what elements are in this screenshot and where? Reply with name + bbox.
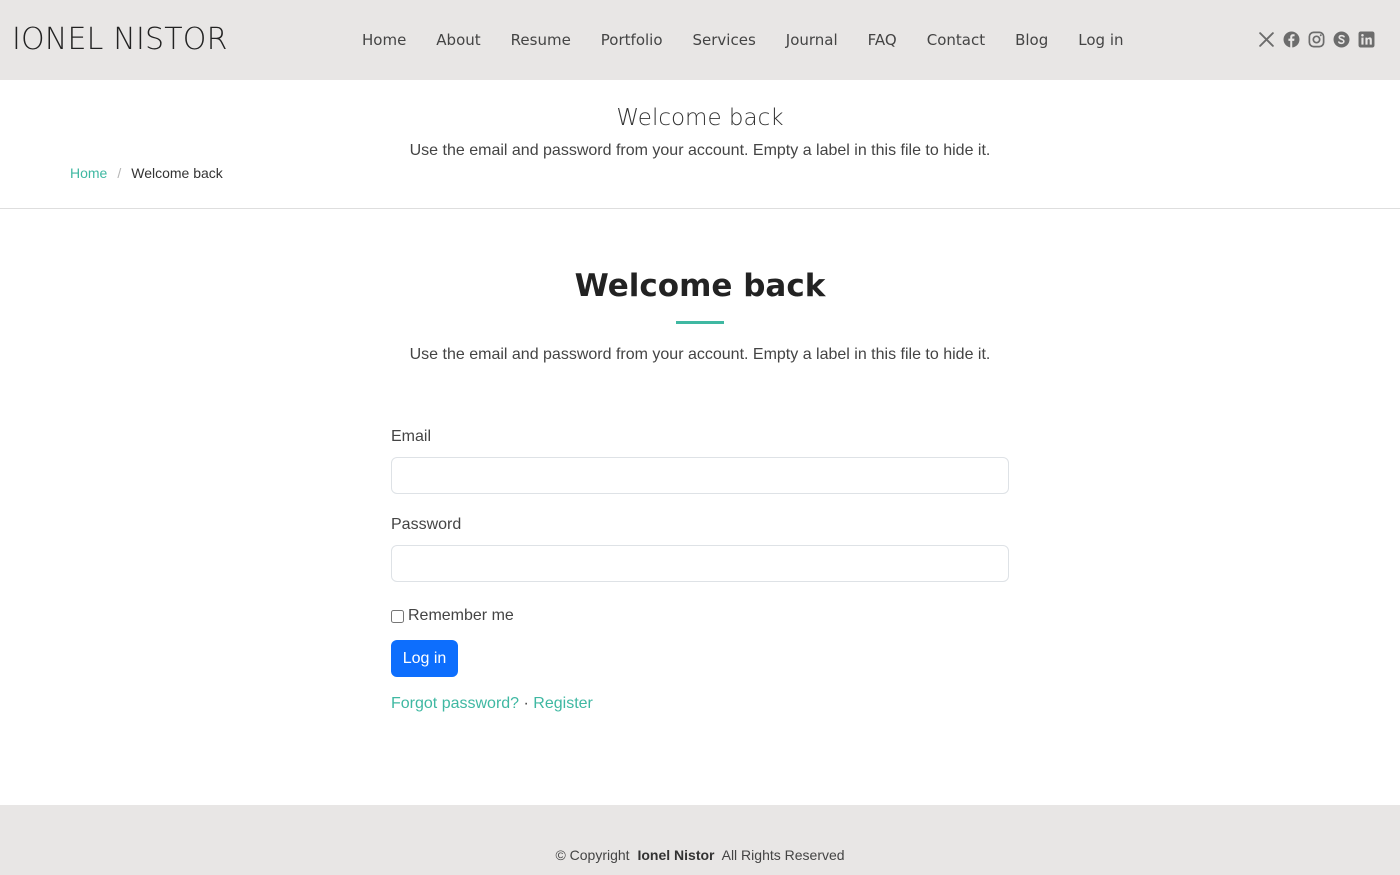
facebook-icon[interactable] (1282, 30, 1300, 48)
nav-home[interactable]: Home (347, 27, 421, 53)
breadcrumb-home-link[interactable]: Home (70, 164, 107, 182)
remember-me-checkbox[interactable] (391, 609, 404, 623)
linkedin-icon[interactable] (1357, 30, 1375, 48)
x-icon[interactable] (1257, 30, 1275, 48)
breadcrumb: Home / Welcome back (70, 164, 223, 182)
copyright-rights: All Rights Reserved (721, 847, 845, 863)
page-title-bar: Welcome back Use the email and password … (0, 80, 1400, 209)
section-title: Welcome back (574, 268, 826, 304)
section-title-divider (676, 321, 724, 324)
nav-login[interactable]: Log in (1063, 27, 1138, 53)
site-header: IONEL NISTOR Home About Resume Portfolio… (0, 0, 1400, 80)
section-subtitle: Use the email and password from your acc… (409, 346, 991, 363)
remember-me-label[interactable]: Remember me (408, 607, 514, 625)
register-link[interactable]: Register (533, 695, 593, 712)
auth-links: Forgot password? · Register (391, 694, 1009, 714)
social-links (1250, 30, 1375, 48)
login-form: Email Password Remember me Log in Forgot… (391, 425, 1009, 714)
nav-about[interactable]: About (421, 27, 495, 53)
links-separator: · (523, 695, 529, 712)
page-title: Welcome back (616, 105, 784, 131)
skype-icon[interactable] (1332, 30, 1350, 48)
password-field[interactable] (391, 545, 1009, 582)
nav-journal[interactable]: Journal (771, 27, 853, 53)
instagram-icon[interactable] (1307, 30, 1325, 48)
page-subtitle: Use the email and password from your acc… (409, 142, 991, 159)
nav-contact[interactable]: Contact (912, 27, 1000, 53)
nav-blog[interactable]: Blog (1000, 27, 1063, 53)
nav-faq[interactable]: FAQ (853, 27, 912, 53)
email-field[interactable] (391, 457, 1009, 494)
breadcrumb-separator: / (117, 165, 122, 181)
breadcrumb-current: Welcome back (131, 165, 223, 181)
site-logo[interactable]: IONEL NISTOR (12, 20, 228, 60)
site-footer: © Copyright Ionel Nistor All Rights Rese… (0, 805, 1400, 875)
copyright-text: © Copyright Ionel Nistor All Rights Rese… (0, 846, 1400, 864)
forgot-password-link[interactable]: Forgot password? (391, 695, 519, 712)
copyright-owner: Ionel Nistor (637, 847, 715, 863)
copyright-prefix: © Copyright (555, 847, 630, 863)
email-label: Email (391, 428, 432, 445)
remember-me-row: Remember me (391, 604, 1009, 628)
nav-resume[interactable]: Resume (496, 27, 586, 53)
nav-portfolio[interactable]: Portfolio (586, 27, 678, 53)
main-nav: Home About Resume Portfolio Services Jou… (347, 27, 1139, 53)
nav-services[interactable]: Services (678, 27, 771, 53)
password-label: Password (391, 516, 462, 533)
login-button[interactable]: Log in (391, 640, 458, 677)
